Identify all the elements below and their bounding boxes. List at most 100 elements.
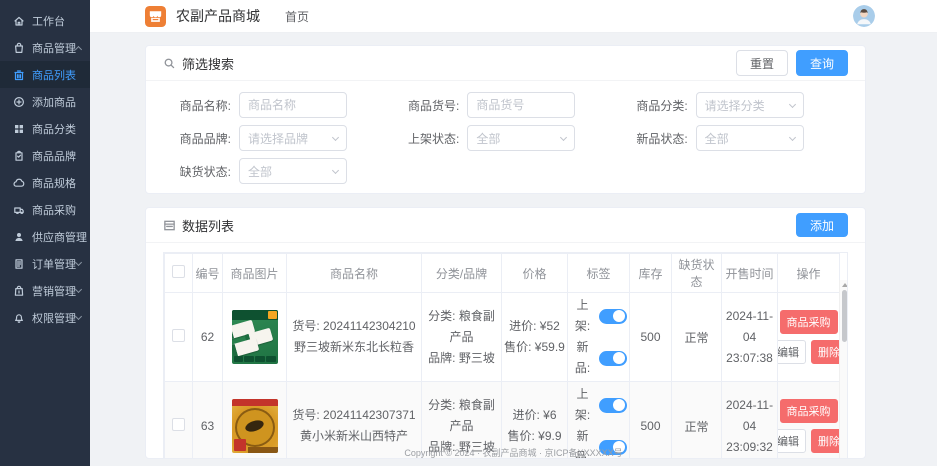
field-label: 缺货状态: [179, 164, 231, 179]
permission-manage-icon [13, 312, 25, 324]
col-header-stock: 库存 [629, 253, 672, 293]
sidebar-item-label: 添加商品 [32, 96, 76, 109]
sidebar-item-label: 商品列表 [32, 69, 76, 82]
row-checkbox[interactable] [172, 329, 185, 342]
col-header-category: 分类/品牌 [421, 253, 502, 293]
product-brand-select[interactable]: 请选择品牌 [239, 125, 347, 151]
add-button[interactable]: 添加 [795, 213, 848, 237]
supplier-icon [13, 231, 25, 243]
marketing-manage-icon [13, 285, 25, 297]
chevron-down-icon [74, 258, 83, 267]
sidebar-item-label: 供应商管理 [32, 231, 87, 244]
table-scrollbar[interactable] [839, 280, 847, 458]
out-of-stock-select[interactable]: 全部 [239, 158, 347, 184]
new-toggle-on[interactable] [599, 350, 627, 366]
cell-category-brand: 分类: 粮食副产品 品牌: 野三坡 [421, 292, 502, 382]
product-manage-icon [13, 42, 25, 54]
data-list-panel: 数据列表 添加 编号 商品图片 商品名称 分类/品牌 价格 标签 库存 缺货状态… [145, 207, 866, 459]
cell-sale-time: 2024-11-04 23:07:38 [721, 292, 778, 382]
publish-toggle-on[interactable] [599, 308, 627, 324]
chevron-down-icon [331, 166, 340, 174]
sidebar-item-product-spec[interactable]: 商品规格 [0, 169, 90, 196]
col-header-sale-time: 开售时间 [721, 253, 778, 293]
product-image-yellow-millet [231, 399, 278, 453]
col-header-tags: 标签 [567, 253, 630, 293]
col-header-name: 商品名称 [286, 253, 422, 293]
order-manage-icon [13, 258, 25, 270]
sidebar-item-label: 商品规格 [32, 177, 76, 190]
scroll-up-arrow-icon[interactable] [841, 283, 847, 287]
publish-toggle-on[interactable] [599, 397, 627, 413]
sidebar-item-label: 商品采购 [32, 204, 76, 217]
data-list-header: 数据列表 添加 [146, 208, 865, 243]
chevron-down-icon [74, 285, 83, 294]
row-checkbox[interactable] [172, 418, 185, 431]
search-icon [163, 57, 176, 70]
cell-name: 货号: 20241142304210 野三坡新米东北长粒香 [286, 292, 422, 382]
sidebar-item-product-manage[interactable]: 商品管理 [0, 34, 90, 61]
product-purchase-icon [13, 204, 25, 216]
edit-button[interactable]: 编辑 [778, 340, 806, 364]
publish-status-select[interactable]: 全部 [467, 125, 576, 151]
product-name-input[interactable] [239, 92, 347, 118]
sidebar-item-label: 营销管理 [32, 285, 76, 298]
table-row: 62 货号: 20241142304210 野三坡新米东北长粒香 分类: 粮食副产… [164, 292, 840, 382]
col-header-stock-status: 缺货状态 [671, 253, 722, 293]
reset-button[interactable]: 重置 [735, 50, 788, 76]
sidebar-item-marketing-manage[interactable]: 营销管理 [0, 277, 90, 304]
sidebar-item-permission-manage[interactable]: 权限管理 [0, 304, 90, 331]
sidebar-item-supplier-manage[interactable]: 供应商管理 [0, 223, 90, 250]
sidebar-item-label: 权限管理 [32, 312, 76, 325]
field-label: 上架状态: [407, 131, 460, 146]
field-label: 商品分类: [636, 98, 688, 113]
delete-button[interactable]: 删除 [811, 340, 839, 364]
cell-tags: 上架: 新品: [567, 292, 630, 382]
select-all-checkbox[interactable] [172, 265, 185, 278]
product-spec-icon [13, 177, 25, 189]
scrollbar-thumb[interactable] [841, 290, 847, 342]
chevron-down-icon [331, 133, 340, 141]
purchase-button[interactable]: 商品采购 [779, 310, 838, 334]
field-label: 商品名称: [179, 98, 231, 113]
field-label: 商品品牌: [179, 131, 231, 146]
nav-home-link[interactable]: 首页 [285, 8, 309, 25]
footer-copyright: Copyright © 2024 · 农副产品商城 · 京ICP备XXXXXX号 [404, 448, 623, 458]
cell-price: 进价: ¥52 售价: ¥59.9 [501, 292, 568, 382]
filter-form: 商品名称: 商品货号: 商品分类: 请选择分类 商品品牌: 请选择品牌 [146, 81, 865, 193]
sidebar: 工作台 商品管理 商品列表 添加商品 商品分类 商品品牌 商品规格 商品采购 供… [0, 0, 90, 466]
filter-search-panel: 筛选搜索 重置 查询 商品名称: 商品货号: 商品分类: 请选择分类 [145, 45, 866, 194]
col-header-price: 价格 [501, 253, 568, 293]
chevron-down-icon [560, 133, 568, 141]
product-list-icon [13, 69, 25, 81]
sidebar-item-label: 订单管理 [32, 258, 76, 271]
top-header: 农副产品商城 首页 [90, 0, 937, 33]
workbench-home-icon [13, 15, 25, 27]
sidebar-item-order-manage[interactable]: 订单管理 [0, 250, 90, 277]
product-sku-input[interactable] [467, 92, 576, 118]
sidebar-item-workbench[interactable]: 工作台 [0, 7, 90, 34]
chevron-down-icon [788, 133, 796, 141]
sidebar-item-label: 工作台 [32, 15, 65, 28]
sidebar-item-product-brand[interactable]: 商品品牌 [0, 142, 90, 169]
cell-id: 62 [192, 292, 223, 382]
purchase-button[interactable]: 商品采购 [779, 399, 838, 423]
add-product-icon [13, 96, 25, 108]
query-button[interactable]: 查询 [795, 50, 848, 76]
cell-actions: 商品采购 编辑 删除 [777, 292, 840, 382]
user-avatar[interactable] [853, 5, 875, 27]
chevron-down-icon [74, 312, 83, 321]
product-brand-icon [13, 150, 25, 162]
sidebar-item-label: 商品品牌 [32, 150, 76, 163]
new-status-select[interactable]: 全部 [695, 125, 804, 151]
sidebar-item-product-list[interactable]: 商品列表 [0, 61, 90, 88]
filter-panel-title: 筛选搜索 [182, 56, 235, 72]
sidebar-item-product-purchase[interactable]: 商品采购 [0, 196, 90, 223]
main-content: 筛选搜索 重置 查询 商品名称: 商品货号: 商品分类: 请选择分类 [145, 45, 866, 459]
cell-stock-status: 正常 [671, 292, 722, 382]
sidebar-item-product-category[interactable]: 商品分类 [0, 115, 90, 142]
sidebar-item-add-product[interactable]: 添加商品 [0, 88, 90, 115]
sidebar-item-label: 商品管理 [32, 42, 76, 55]
table-header-row: 编号 商品图片 商品名称 分类/品牌 价格 标签 库存 缺货状态 开售时间 操作 [164, 253, 840, 293]
product-category-select[interactable]: 请选择分类 [695, 92, 804, 118]
filter-panel-header: 筛选搜索 重置 查询 [146, 46, 865, 81]
